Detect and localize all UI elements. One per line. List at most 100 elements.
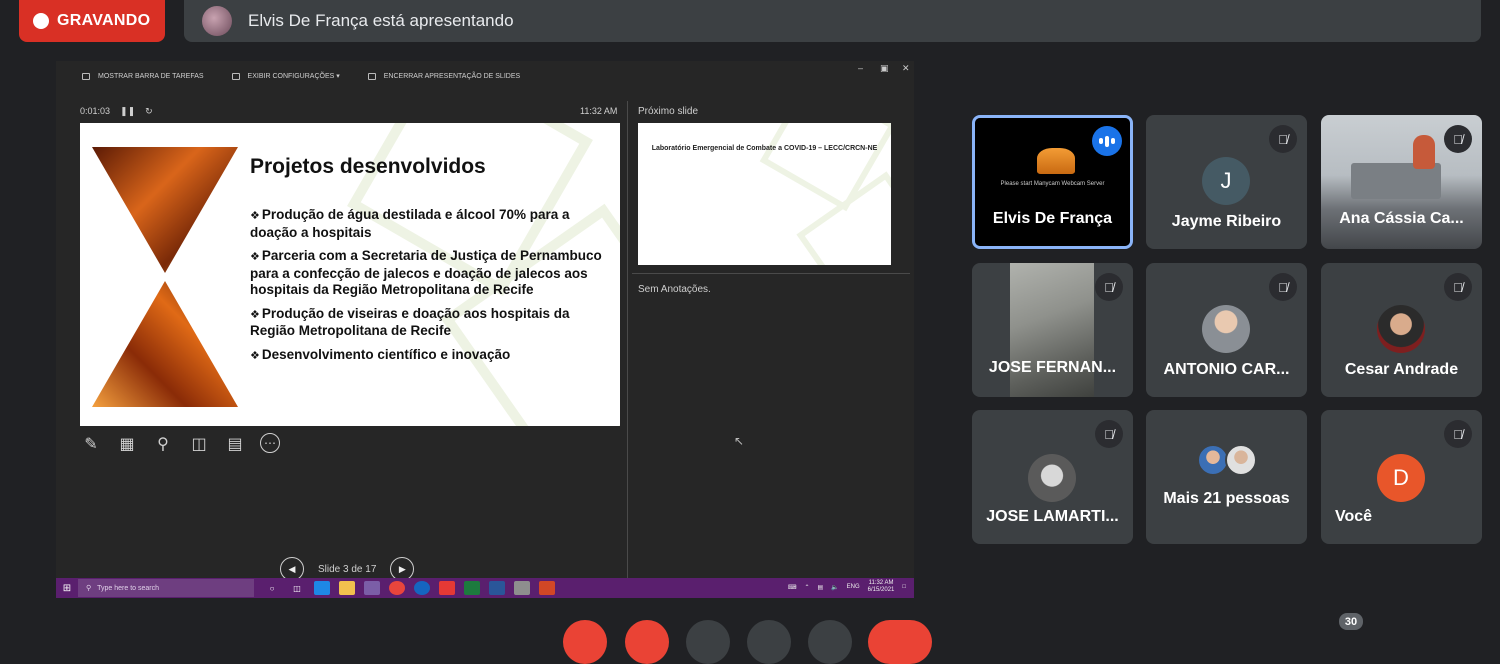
participant-tile-cesar[interactable]: 🎙̸ Cesar Andrade: [1321, 263, 1482, 397]
end-slideshow-label: ENCERRAR APRESENTAÇÃO DE SLIDES: [383, 72, 521, 80]
manycam-logo-icon: [1037, 148, 1075, 174]
chrome-icon[interactable]: [389, 581, 405, 595]
participant-tile-elvis[interactable]: Please start Manycam Webcam Server Elvis…: [972, 115, 1133, 249]
presenter-avatar: [202, 6, 232, 36]
mouse-cursor-icon: ↖: [734, 434, 745, 448]
participant-tile-jayme[interactable]: 🎙̸ J Jayme Ribeiro: [1146, 115, 1307, 249]
mic-off-icon: 🎙̸: [1444, 273, 1472, 301]
powerpoint-icon[interactable]: [539, 581, 555, 595]
mic-toggle-button[interactable]: [563, 620, 607, 664]
leave-call-button[interactable]: [868, 620, 932, 664]
participant-name: JOSE FERNAN...: [988, 359, 1117, 376]
network-icon[interactable]: ▤: [818, 584, 824, 591]
camera-toggle-icon[interactable]: ◫: [188, 433, 210, 455]
recording-indicator[interactable]: GRAVANDO: [19, 0, 165, 42]
mic-off-icon: 🎙̸: [1095, 420, 1123, 448]
slide-bullet: Produção de viseiras e doação aos hospit…: [250, 306, 614, 340]
pane-divider: [627, 101, 628, 579]
presenter-text: Elvis De França está apresentando: [248, 11, 514, 30]
taskbar-search[interactable]: ⚲ Type here to search: [78, 579, 254, 597]
file-explorer-icon[interactable]: [339, 581, 355, 595]
shared-screen: MOSTRAR BARRA DE TAREFAS EXIBIR CONFIGUR…: [56, 61, 914, 598]
avatar: [1377, 305, 1425, 353]
participant-name: Jayme Ribeiro: [1171, 213, 1282, 230]
slide-counter: Slide 3 de 17: [318, 563, 377, 575]
minimize-icon[interactable]: –: [858, 63, 863, 73]
present-button[interactable]: [808, 620, 852, 664]
avatar: D: [1377, 454, 1425, 502]
speaking-indicator-icon: [1092, 126, 1122, 156]
pen-icon[interactable]: ✎: [80, 433, 102, 455]
volume-icon[interactable]: 🔈: [831, 584, 838, 591]
close-icon[interactable]: ✕: [902, 63, 910, 74]
speaker-notes: Sem Anotações.: [638, 284, 711, 295]
taskbar-time: 11:32 AM: [868, 580, 894, 586]
participant-name: Ana Cássia Ca...: [1339, 210, 1464, 227]
webcam-caption: Please start Manycam Webcam Server: [1000, 181, 1105, 187]
camera-toggle-button[interactable]: [625, 620, 669, 664]
mic-off-icon: 🎙̸: [1095, 273, 1123, 301]
keyboard-icon[interactable]: ⌨: [788, 584, 797, 591]
slide-tools: ✎ ▦ ⚲ ◫ ▤ ⋯: [80, 433, 280, 455]
input-language[interactable]: ENG: [847, 584, 860, 590]
presenter-banner[interactable]: Elvis De França está apresentando: [184, 0, 1481, 42]
taskbar-apps: ○ ◫: [264, 581, 555, 595]
taskbar-date: 6/15/2021: [867, 587, 895, 593]
slide-bullets: Produção de água destilada e álcool 70% …: [250, 207, 614, 371]
store-icon[interactable]: [364, 581, 380, 595]
zoom-icon[interactable]: ⚲: [152, 433, 174, 455]
see-all-slides-icon[interactable]: ▦: [116, 433, 138, 455]
participant-tile-jose-fernan[interactable]: 🎙̸ JOSE FERNAN...: [972, 263, 1133, 397]
participant-tile-you[interactable]: 🎙̸ D Você: [1321, 410, 1482, 544]
ie-icon[interactable]: [414, 581, 430, 595]
end-slideshow-button[interactable]: ENCERRAR APRESENTAÇÃO DE SLIDES: [367, 72, 521, 80]
tray-chevron-icon[interactable]: ⌃: [804, 584, 809, 591]
participant-tile-more[interactable]: Mais 21 pessoas: [1146, 410, 1307, 544]
participant-tile-antonio[interactable]: 🎙̸ ANTONIO CAR...: [1146, 263, 1307, 397]
current-slide: Projetos desenvolvidos Produção de água …: [80, 123, 620, 426]
restart-icon[interactable]: ↻: [145, 106, 153, 117]
monitor-icon: [231, 72, 240, 80]
participant-name: JOSE LAMARTI...: [986, 508, 1119, 525]
word-icon[interactable]: [489, 581, 505, 595]
participant-name: Elvis De França: [992, 210, 1113, 227]
pause-icon[interactable]: ❚❚: [120, 106, 135, 117]
photos-icon[interactable]: [514, 581, 530, 595]
participant-count-badge: 30: [1339, 613, 1363, 630]
slide-bullet: Produção de água destilada e álcool 70% …: [250, 207, 614, 241]
search-icon: ⚲: [86, 585, 92, 592]
display-settings-button[interactable]: EXIBIR CONFIGURAÇÕES ▾: [231, 72, 340, 80]
slide-bullet: Parceria com a Secretaria de Justiça de …: [250, 248, 614, 299]
recording-label: GRAVANDO: [57, 12, 151, 29]
mic-off-icon: 🎙̸: [1444, 125, 1472, 153]
app-icon[interactable]: [439, 581, 455, 595]
slide-timer: 0:01:03 ❚❚ ↻: [80, 106, 153, 117]
raise-hand-button[interactable]: [747, 620, 791, 664]
more-options-icon[interactable]: ⋯: [260, 433, 280, 453]
taskbar-icon: [82, 72, 90, 80]
slide-bullet: Desenvolvimento científico e inovação: [250, 347, 614, 365]
cortana-icon[interactable]: ○: [264, 581, 280, 595]
windows-start-icon[interactable]: ⊞: [56, 583, 78, 594]
taskbar-clock[interactable]: 11:32 AM 6/15/2021: [868, 580, 895, 594]
participant-name: Cesar Andrade: [1344, 361, 1459, 378]
show-taskbar-button[interactable]: MOSTRAR BARRA DE TAREFAS: [82, 72, 204, 80]
restore-icon[interactable]: ▣: [880, 63, 889, 74]
excel-icon[interactable]: [464, 581, 480, 595]
task-view-icon[interactable]: ◫: [289, 581, 305, 595]
slide-title: Projetos desenvolvidos: [250, 155, 486, 178]
next-slide-title: Laboratório Emergencial de Combate a COV…: [651, 145, 878, 152]
next-slide-preview[interactable]: Laboratório Emergencial de Combate a COV…: [638, 123, 891, 265]
edge-icon[interactable]: [314, 581, 330, 595]
avatar: [1028, 454, 1076, 502]
slide-image-triangle-top: [92, 147, 238, 273]
subtitles-icon[interactable]: ▤: [224, 433, 246, 455]
participant-name: ANTONIO CAR...: [1163, 361, 1290, 378]
notifications-icon[interactable]: □: [902, 584, 906, 590]
participant-video: [1413, 135, 1435, 169]
system-tray: ⌨ ⌃ ▤ 🔈 ENG 11:32 AM 6/15/2021 □: [788, 580, 906, 594]
windows-taskbar: ⊞ ⚲ Type here to search ○ ◫ ⌨ ⌃ ▤ 🔈 ENG: [56, 578, 914, 598]
participant-tile-jose-lamarti[interactable]: 🎙̸ JOSE LAMARTI...: [972, 410, 1133, 544]
captions-button[interactable]: [686, 620, 730, 664]
participant-tile-ana[interactable]: 🎙̸ Ana Cássia Ca...: [1321, 115, 1482, 249]
